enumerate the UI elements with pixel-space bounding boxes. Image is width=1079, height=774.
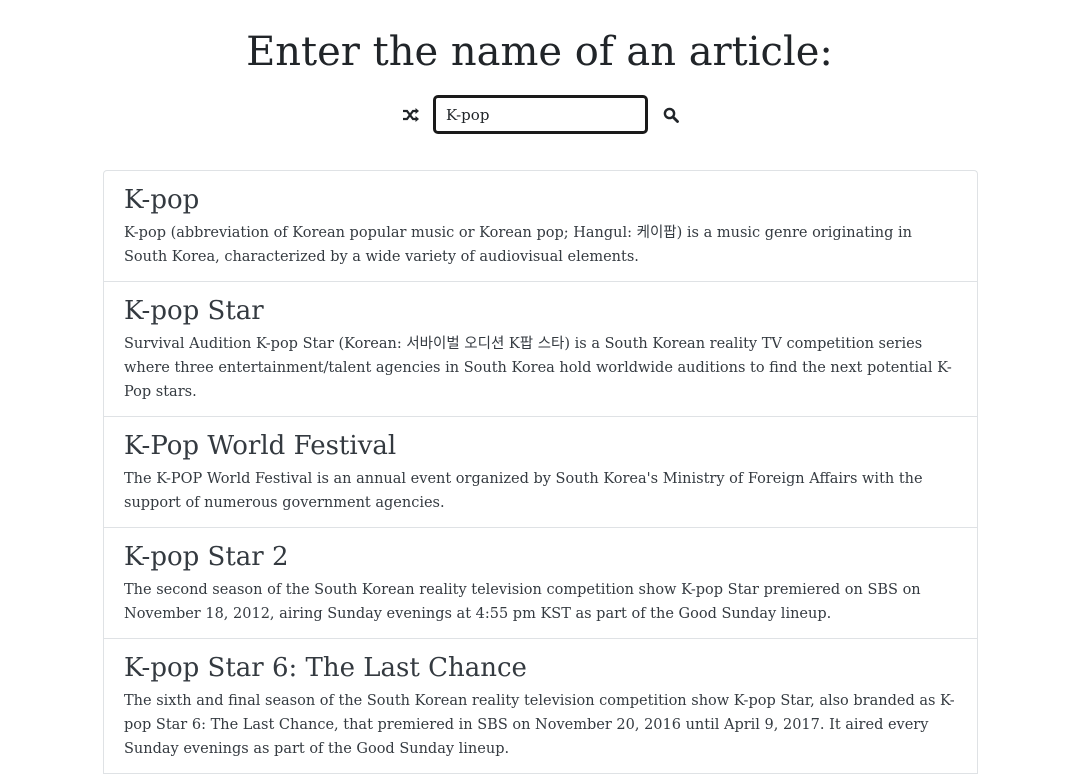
search-result-item[interactable]: K-pop Star Survival Audition K-pop Star … [104,282,977,417]
shuffle-icon [403,108,419,122]
search-results-list: K-pop K-pop (abbreviation of Korean popu… [103,170,978,774]
random-article-button[interactable] [399,103,423,127]
page-heading: Enter the name of an article: [246,29,833,75]
result-title[interactable]: K-pop Star [124,294,957,328]
search-button[interactable] [659,103,683,127]
result-snippet: Survival Audition K-pop Star (Korean: 서바… [124,336,952,400]
search-result-item[interactable]: K-Pop World Festival The K-POP World Fes… [104,417,977,528]
search-icon [663,107,679,123]
result-title[interactable]: K-pop Star 2 [124,540,957,574]
result-title[interactable]: K-pop [124,183,957,217]
search-result-item[interactable]: K-pop Star 2 The second season of the So… [104,528,977,639]
search-bar [0,95,1079,135]
search-result-item[interactable]: K-pop K-pop (abbreviation of Korean popu… [104,171,977,282]
result-snippet: The K-POP World Festival is an annual ev… [124,471,923,511]
result-snippet: The sixth and final season of the South … [124,693,955,757]
search-result-item[interactable]: K-pop Star 6: The Last Chance The sixth … [104,639,977,774]
result-snippet: K-pop (abbreviation of Korean popular mu… [124,225,912,265]
result-title[interactable]: K-pop Star 6: The Last Chance [124,651,957,685]
search-input[interactable] [433,95,648,134]
result-snippet: The second season of the South Korean re… [124,582,921,622]
result-title[interactable]: K-Pop World Festival [124,429,957,463]
